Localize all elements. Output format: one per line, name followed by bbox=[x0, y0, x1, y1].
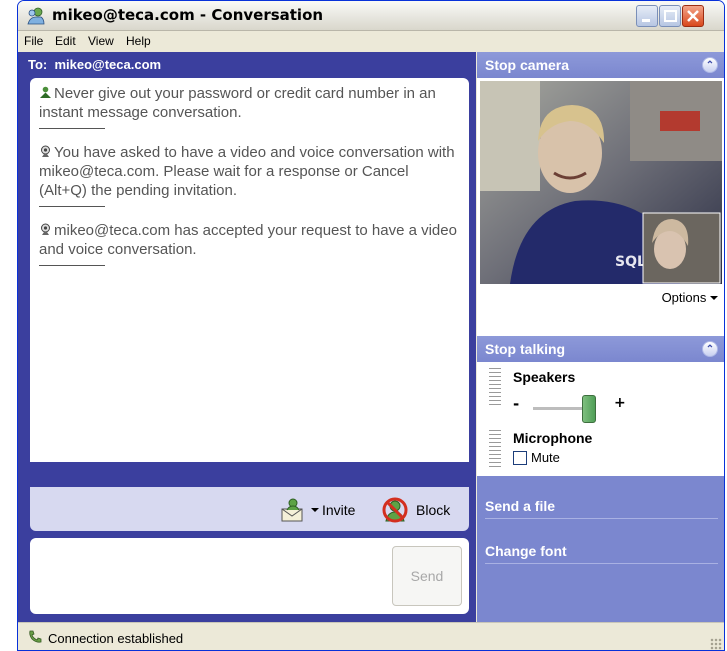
menu-edit[interactable]: Edit bbox=[55, 34, 76, 48]
window-title: mikeo@teca.com - Conversation bbox=[52, 6, 324, 24]
recipient-header: To: mikeo@teca.com bbox=[18, 52, 476, 78]
divider bbox=[485, 563, 718, 564]
svg-text:SQL: SQL bbox=[615, 254, 646, 270]
message-history[interactable]: Never give out your password or credit c… bbox=[30, 78, 469, 462]
status-bar: Connection established bbox=[18, 622, 724, 650]
stop-talking-button[interactable]: Stop talking ⌃ bbox=[477, 336, 724, 362]
message-separator bbox=[39, 206, 105, 207]
volume-minus-label: - bbox=[513, 395, 520, 413]
messenger-buddy-icon bbox=[27, 7, 45, 25]
webcam-icon bbox=[41, 145, 50, 157]
change-font-label: Change font bbox=[485, 543, 567, 559]
speaker-volume-slider-thumb[interactable] bbox=[581, 395, 596, 423]
chevron-down-icon bbox=[311, 508, 319, 512]
conversation-pane: To: mikeo@teca.com Never give out your p… bbox=[18, 52, 476, 622]
menu-help[interactable]: Help bbox=[126, 34, 151, 48]
send-button[interactable]: Send bbox=[392, 546, 462, 606]
message-separator bbox=[39, 265, 105, 266]
camera-panel: SQL Options bbox=[477, 78, 724, 336]
audio-panel: Speakers - + Microphone Mute bbox=[477, 362, 724, 476]
message-text: You have asked to have a video and voice… bbox=[39, 144, 455, 199]
camera-options-button[interactable]: Options bbox=[662, 290, 718, 305]
video-feed-image: SQL bbox=[480, 81, 722, 284]
conversation-window: mikeo@teca.com - Conversation File Edit … bbox=[17, 0, 725, 651]
webcam-icon bbox=[41, 223, 50, 235]
menu-view[interactable]: View bbox=[88, 34, 114, 48]
checkbox-box[interactable] bbox=[513, 450, 527, 465]
menu-file[interactable]: File bbox=[24, 34, 43, 48]
chevron-down-icon bbox=[710, 296, 718, 300]
send-file-label: Send a file bbox=[485, 498, 556, 514]
recipient-address: mikeo@teca.com bbox=[54, 57, 162, 72]
maximize-icon bbox=[664, 10, 677, 22]
collapse-icon[interactable]: ⌃ bbox=[702, 57, 718, 73]
remote-video: SQL bbox=[480, 81, 722, 284]
maximize-button[interactable] bbox=[659, 5, 681, 27]
block-button[interactable]: Block bbox=[382, 497, 451, 523]
block-label: Block bbox=[416, 502, 451, 518]
mute-checkbox[interactable]: Mute bbox=[513, 450, 560, 465]
stop-camera-label: Stop camera bbox=[485, 57, 570, 73]
title-bar[interactable]: mikeo@teca.com - Conversation bbox=[18, 1, 724, 31]
status-text: Connection established bbox=[48, 631, 184, 646]
stop-camera-button[interactable]: Stop camera ⌃ bbox=[477, 52, 724, 78]
speaker-level-meter bbox=[489, 368, 501, 408]
minimize-button[interactable] bbox=[636, 5, 658, 27]
message-separator bbox=[39, 128, 105, 129]
microphone-level-meter bbox=[489, 430, 501, 470]
microphone-label: Microphone bbox=[513, 430, 593, 446]
minimize-icon bbox=[642, 19, 650, 22]
volume-plus-label: + bbox=[614, 395, 626, 411]
menu-bar: File Edit View Help bbox=[18, 31, 724, 51]
resize-grip[interactable] bbox=[710, 638, 722, 650]
speakers-label: Speakers bbox=[513, 369, 576, 385]
message-item: Never give out your password or credit c… bbox=[39, 84, 459, 129]
send-label: Send bbox=[410, 568, 444, 584]
to-label: To: bbox=[28, 57, 48, 72]
options-label: Options bbox=[661, 290, 707, 305]
send-file-link[interactable]: Send a file bbox=[477, 493, 724, 521]
close-icon bbox=[687, 10, 699, 22]
activities-pane: Stop camera ⌃ SQL Options Stop talking ⌃… bbox=[477, 52, 724, 622]
invite-label: Invite bbox=[322, 502, 356, 518]
safety-tip-icon bbox=[40, 86, 51, 98]
stop-talking-label: Stop talking bbox=[485, 341, 566, 357]
message-text: mikeo@teca.com has accepted your request… bbox=[39, 222, 457, 258]
mute-label: Mute bbox=[531, 450, 560, 465]
message-item: mikeo@teca.com has accepted your request… bbox=[39, 221, 459, 266]
invite-button[interactable]: Invite bbox=[280, 498, 355, 522]
message-text: Never give out your password or credit c… bbox=[39, 85, 436, 121]
divider bbox=[485, 518, 718, 519]
phone-icon bbox=[29, 630, 42, 643]
message-input[interactable]: Send bbox=[30, 538, 469, 614]
block-icon bbox=[382, 497, 408, 523]
close-button[interactable] bbox=[682, 5, 704, 27]
invite-icon bbox=[281, 498, 303, 522]
message-item: You have asked to have a video and voice… bbox=[39, 143, 459, 207]
collapse-icon[interactable]: ⌃ bbox=[702, 341, 718, 357]
conversation-actions: Invite Block bbox=[30, 487, 469, 531]
change-font-link[interactable]: Change font bbox=[477, 538, 724, 566]
